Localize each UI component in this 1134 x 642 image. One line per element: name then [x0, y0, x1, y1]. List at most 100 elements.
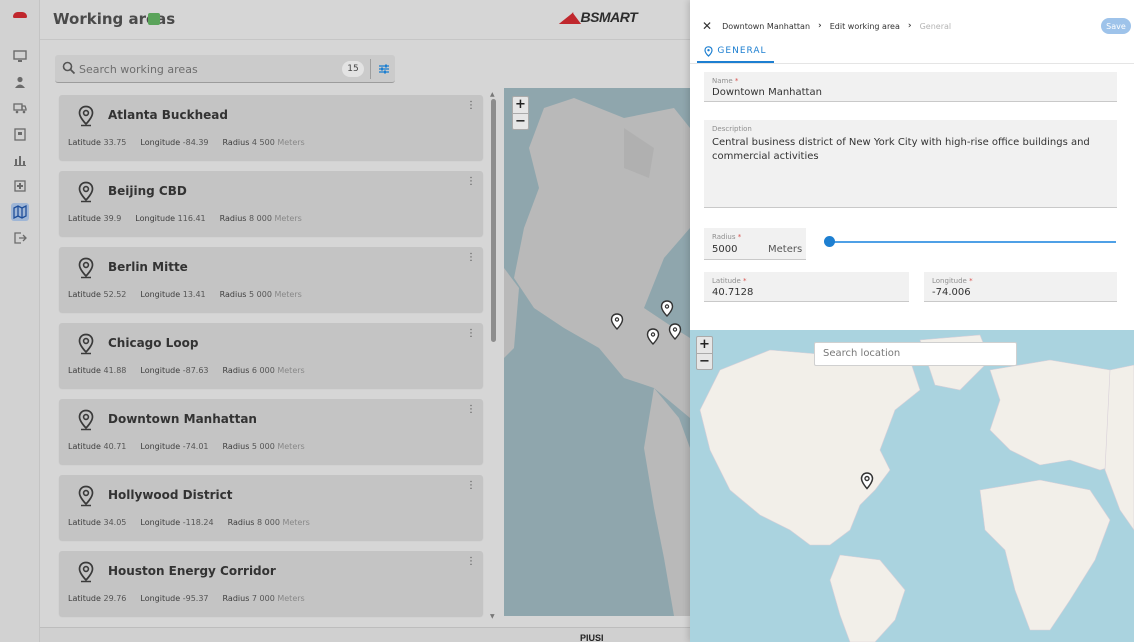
radius-value: 7 000 — [251, 594, 275, 603]
longitude-label: Longitude — [140, 518, 181, 527]
zoom-in-button[interactable]: + — [697, 337, 712, 353]
zoom-out-button[interactable]: − — [697, 353, 712, 369]
breadcrumb-item-area[interactable]: Downtown Manhattan — [722, 22, 810, 31]
name-label-text: Name — [712, 77, 733, 85]
list-scrollbar[interactable] — [491, 99, 496, 342]
overview-map-pins — [610, 300, 682, 345]
bar-chart-icon[interactable] — [11, 151, 29, 169]
longitude-value: -95.37 — [182, 594, 209, 603]
longitude-label-text: Longitude — [932, 277, 967, 285]
longitude-value: -87.63 — [182, 366, 209, 375]
search-input[interactable] — [79, 59, 329, 79]
longitude-label: Longitude — [140, 290, 181, 299]
radius-unit: Meters — [768, 244, 803, 255]
radius-value: 5 000 — [249, 290, 272, 299]
longitude-label: Longitude — [140, 442, 181, 451]
more-options-icon[interactable]: ⋮ — [466, 405, 476, 415]
working-area-name: Houston Energy Corridor — [108, 564, 276, 578]
latitude-value: 33.75 — [103, 138, 127, 147]
top-bar: Working areas ◢◣BSMART — [40, 0, 690, 40]
more-options-icon[interactable]: ⋮ — [466, 329, 476, 339]
more-options-icon[interactable]: ⋮ — [466, 253, 476, 263]
radius-slider-handle[interactable] — [824, 236, 835, 247]
location-pin-icon — [77, 333, 95, 355]
working-area-card[interactable]: Houston Energy Corridor ⋮ Latitude 29.76 Lo… — [59, 551, 483, 616]
radius-value: 5 000 — [251, 442, 275, 451]
overview-map-pin-icon[interactable] — [610, 313, 624, 330]
radius-field-label: Radius * — [712, 233, 742, 241]
radius-value: 8 000 — [249, 214, 272, 223]
working-area-card[interactable]: Hollywood District ⋮ Latitude 34.05 Longitu… — [59, 475, 483, 540]
radius-field[interactable]: Radius * 5000 Meters — [704, 228, 806, 260]
description-field-value: Central business district of New York Ci… — [712, 137, 1090, 162]
breadcrumb-item-current: General — [919, 21, 952, 31]
map-icon[interactable] — [11, 203, 29, 221]
save-button[interactable]: Save — [1101, 18, 1131, 34]
name-field[interactable]: Name * Downtown Manhattan — [704, 72, 1117, 102]
latitude-field[interactable]: Latitude * 40.7128 — [704, 272, 909, 302]
radius-label: Radius — [222, 594, 250, 603]
radius-unit: Meters — [277, 442, 305, 451]
map-search-input[interactable]: Search location — [814, 342, 1017, 366]
longitude-value: -74.01 — [182, 442, 209, 451]
latitude-value: 52.52 — [103, 290, 127, 299]
more-options-icon[interactable]: ⋮ — [466, 557, 476, 567]
overview-map-pin-icon[interactable] — [660, 300, 674, 317]
latitude-value: 41.88 — [103, 366, 127, 375]
working-area-meta: Latitude 29.76 Longitude -95.37 Radius 7 0… — [68, 594, 305, 603]
selected-location-pin-icon[interactable] — [860, 472, 874, 490]
radius-label: Radius — [222, 442, 250, 451]
working-area-name: Beijing CBD — [108, 184, 187, 198]
left-nav-rail — [0, 0, 40, 642]
overview-map-pin-icon[interactable] — [668, 323, 682, 340]
longitude-field[interactable]: Longitude * -74.006 — [924, 272, 1117, 302]
scroll-down-arrow[interactable]: ▼ — [490, 613, 495, 620]
working-area-card[interactable]: Atlanta Buckhead ⋮ Latitude 33.75 Longitude… — [59, 95, 483, 160]
search-icon — [62, 61, 76, 75]
overview-map[interactable]: + − — [504, 88, 690, 616]
breadcrumb-item-edit[interactable]: Edit working area — [830, 22, 900, 31]
radius-unit: Meters — [277, 594, 305, 603]
monitor-icon[interactable] — [11, 47, 29, 65]
app-logo[interactable] — [13, 12, 27, 18]
brand-logo: ◢◣BSMART — [560, 9, 638, 25]
radius-unit: Meters — [274, 290, 302, 299]
filter-button[interactable] — [375, 59, 393, 79]
user-icon[interactable] — [11, 73, 29, 91]
tab-general[interactable]: GENERAL — [697, 41, 774, 63]
longitude-value: 13.41 — [182, 290, 206, 299]
truck-icon[interactable] — [11, 99, 29, 117]
working-area-meta: Latitude 52.52 Longitude 13.41 Radius 5 00… — [68, 290, 302, 299]
radius-slider[interactable] — [826, 241, 1116, 243]
scroll-up-arrow[interactable]: ▲ — [490, 91, 495, 98]
location-map[interactable]: + − Search location — [690, 330, 1134, 642]
latitude-value: 34.05 — [103, 518, 127, 527]
working-area-card[interactable]: Chicago Loop ⋮ Latitude 41.88 Longitude -87… — [59, 323, 483, 388]
overview-map-pin-icon[interactable] — [646, 328, 660, 345]
latitude-label: Latitude — [68, 518, 101, 527]
working-area-meta: Latitude 40.71 Longitude -74.01 Radius 5 0… — [68, 442, 305, 451]
longitude-field-value: -74.006 — [932, 287, 971, 298]
working-area-name: Downtown Manhattan — [108, 412, 257, 426]
longitude-value: 116.41 — [177, 214, 206, 223]
tab-divider — [690, 63, 1134, 64]
title-badge-icon — [148, 13, 160, 25]
device-icon[interactable] — [11, 177, 29, 195]
tab-general-label: GENERAL — [717, 46, 767, 56]
longitude-label: Longitude — [140, 138, 181, 147]
working-area-card[interactable]: Beijing CBD ⋮ Latitude 39.9 Longitude 116.4… — [59, 171, 483, 236]
close-icon[interactable]: ✕ — [702, 19, 712, 33]
radius-unit: Meters — [277, 366, 305, 375]
search-divider — [370, 59, 371, 79]
working-area-card[interactable]: Berlin Mitte ⋮ Latitude 52.52 Longitude 13.… — [59, 247, 483, 312]
description-field[interactable]: Description Central business district of… — [704, 120, 1117, 208]
building-icon[interactable] — [11, 125, 29, 143]
more-options-icon[interactable]: ⋮ — [466, 101, 476, 111]
exit-icon[interactable] — [11, 229, 29, 247]
working-area-card[interactable]: Downtown Manhattan ⋮ Latitude 40.71 Longitu… — [59, 399, 483, 464]
radius-value: 6 000 — [251, 366, 275, 375]
latitude-label: Latitude — [68, 138, 101, 147]
more-options-icon[interactable]: ⋮ — [466, 481, 476, 491]
more-options-icon[interactable]: ⋮ — [466, 177, 476, 187]
latitude-value: 40.71 — [103, 442, 127, 451]
